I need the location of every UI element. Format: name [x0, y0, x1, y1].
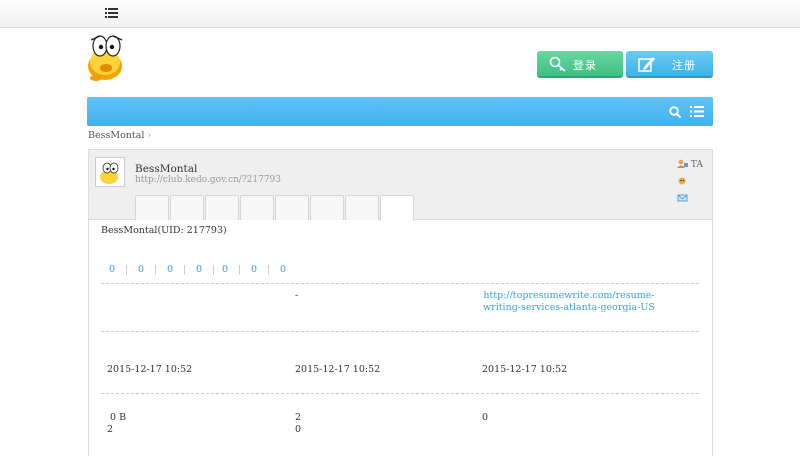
breadcrumb-user[interactable]: BessMontal — [88, 130, 144, 141]
usage-value: 2 — [295, 412, 302, 423]
profile-tab[interactable] — [170, 195, 204, 220]
profile-tab[interactable] — [345, 195, 379, 220]
divider — [101, 393, 699, 394]
stat-value[interactable]: 0 — [280, 264, 286, 275]
stat-separator: | — [154, 264, 158, 275]
profile-url[interactable]: http://club.kedo.gov.cn/?217793 — [135, 175, 281, 185]
time-value: 2015-12-17 10:52 — [295, 364, 381, 375]
login-button[interactable]: 登录 — [537, 51, 623, 78]
uid-line: BessMontal(UID: 217793) — [101, 225, 227, 236]
edit-icon — [638, 57, 655, 72]
avatar[interactable] — [95, 157, 125, 187]
main-navbar — [87, 97, 713, 126]
greet-action[interactable] — [677, 176, 688, 188]
profile-panel: BessMontal http://club.kedo.gov.cn/?2177… — [88, 149, 713, 456]
profile-header: BessMontal http://club.kedo.gov.cn/?2177… — [89, 150, 712, 221]
key-icon — [549, 56, 566, 72]
greet-icon — [678, 177, 686, 185]
stat-separator: | — [183, 264, 187, 275]
kedo-mascot-logo[interactable] — [86, 32, 126, 82]
divider — [101, 283, 699, 284]
menu-list-icon[interactable] — [105, 7, 118, 19]
search-icon[interactable] — [669, 106, 681, 118]
add-friend-action[interactable]: TA — [677, 159, 703, 171]
profile-tab[interactable] — [275, 195, 309, 220]
top-bar — [0, 0, 800, 28]
stat-separator: | — [125, 264, 129, 275]
register-label: 注册 — [672, 59, 696, 72]
message-action[interactable] — [677, 193, 688, 205]
profile-tab[interactable] — [240, 195, 274, 220]
mascot-avatar-icon — [100, 162, 119, 184]
breadcrumb: BessMontal › — [88, 130, 151, 141]
stat-separator: | — [238, 264, 242, 275]
divider — [101, 331, 699, 332]
stat-value[interactable]: 0 — [196, 264, 202, 275]
profile-username[interactable]: BessMontal — [135, 163, 197, 175]
info-dash: - — [295, 290, 299, 301]
stat-value[interactable]: 0 — [138, 264, 144, 275]
stat-value[interactable]: 0 — [109, 264, 115, 275]
follow-label: TA — [690, 160, 703, 170]
usage-value: 2 — [107, 424, 114, 435]
login-label: 登录 — [573, 59, 597, 72]
stat-separator: | — [267, 264, 271, 275]
stat-separator: | — [212, 264, 216, 275]
profile-tab-active[interactable] — [380, 195, 414, 221]
mail-icon — [677, 194, 688, 202]
stat-value[interactable]: 0 — [222, 264, 228, 275]
usage-value: 0 B — [110, 412, 127, 423]
website-link[interactable]: http://topresumewrite.com/resume-writing… — [474, 290, 664, 314]
profile-tab[interactable] — [205, 195, 239, 220]
usage-value: 0 — [482, 412, 489, 423]
add-friend-icon — [677, 159, 688, 168]
breadcrumb-separator: › — [147, 130, 152, 141]
stat-value[interactable]: 0 — [167, 264, 173, 275]
list-icon[interactable] — [690, 105, 704, 118]
profile-tab[interactable] — [310, 195, 344, 220]
usage-value: 0 — [295, 424, 302, 435]
time-value: 2015-12-17 10:52 — [107, 364, 193, 375]
time-value: 2015-12-17 10:52 — [482, 364, 568, 375]
register-button[interactable]: 注册 — [626, 51, 713, 78]
profile-tab[interactable] — [135, 195, 169, 220]
stat-value[interactable]: 0 — [251, 264, 257, 275]
